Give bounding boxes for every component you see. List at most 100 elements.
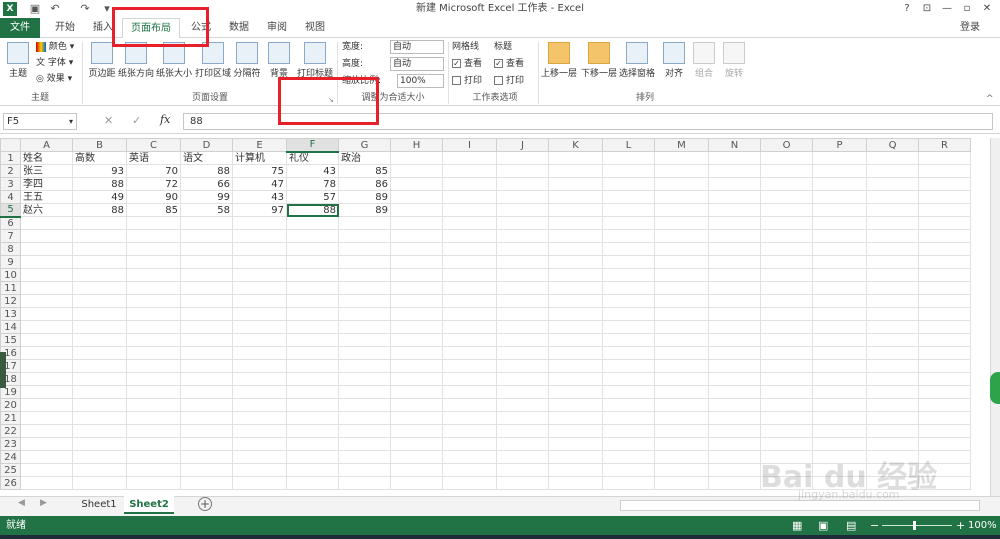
cell[interactable] (760, 151, 813, 165)
cell[interactable] (180, 385, 233, 399)
page-layout-view-icon[interactable]: ▣ (818, 519, 828, 532)
column-header[interactable]: C (126, 138, 181, 152)
select-all-button[interactable] (0, 138, 21, 152)
cell[interactable] (180, 307, 233, 321)
cell[interactable] (72, 424, 127, 438)
cell[interactable] (496, 372, 549, 386)
cell[interactable] (20, 476, 73, 490)
cell[interactable]: 85 (338, 164, 391, 178)
cell[interactable] (760, 424, 813, 438)
cell[interactable] (708, 372, 761, 386)
side-handle[interactable] (0, 352, 6, 388)
cell[interactable] (602, 385, 655, 399)
cell[interactable] (866, 385, 919, 399)
cell[interactable] (602, 450, 655, 464)
cell[interactable] (126, 320, 181, 334)
cell[interactable] (866, 307, 919, 321)
cell[interactable] (548, 307, 603, 321)
height-select[interactable]: 自动 (390, 57, 444, 71)
cell[interactable] (442, 151, 497, 165)
cell[interactable] (654, 463, 709, 477)
cell[interactable] (602, 307, 655, 321)
close-button[interactable]: ✕ (977, 0, 997, 18)
cell[interactable] (760, 216, 813, 230)
cell[interactable] (232, 320, 287, 334)
cell[interactable] (760, 268, 813, 282)
cell[interactable] (390, 216, 443, 230)
column-header[interactable]: M (654, 138, 709, 152)
cell[interactable] (72, 307, 127, 321)
cell[interactable] (286, 216, 339, 230)
cell[interactable]: 57 (286, 190, 339, 204)
cell[interactable] (548, 281, 603, 295)
align-button[interactable]: 对齐 (660, 42, 688, 90)
row-header[interactable]: 26 (0, 476, 21, 490)
cell[interactable]: 49 (72, 190, 127, 204)
column-header[interactable]: N (708, 138, 761, 152)
cell[interactable] (760, 398, 813, 412)
cell[interactable] (72, 281, 127, 295)
vertical-scrollbar[interactable] (990, 138, 1000, 496)
column-header[interactable]: L (602, 138, 655, 152)
cell[interactable] (442, 476, 497, 490)
cell[interactable] (496, 255, 549, 269)
cell[interactable] (496, 398, 549, 412)
sheet-tab-sheet2[interactable]: Sheet2 (124, 496, 174, 514)
zoom-level[interactable]: 100% (968, 516, 997, 535)
cell[interactable] (20, 268, 73, 282)
cell[interactable] (338, 463, 391, 477)
tab-file[interactable]: 文件 (0, 18, 40, 38)
cell[interactable] (72, 229, 127, 243)
cell[interactable] (232, 346, 287, 360)
cell[interactable] (20, 398, 73, 412)
cell[interactable] (442, 164, 497, 178)
column-header[interactable]: G (338, 138, 391, 152)
cell[interactable] (654, 151, 709, 165)
cell[interactable] (548, 268, 603, 282)
cell[interactable] (812, 164, 867, 178)
cell[interactable] (180, 281, 233, 295)
cell[interactable] (496, 359, 549, 373)
cell[interactable] (760, 307, 813, 321)
cell[interactable] (390, 177, 443, 191)
cell[interactable] (918, 255, 971, 269)
cell[interactable] (390, 359, 443, 373)
cell[interactable] (72, 385, 127, 399)
cell[interactable] (72, 268, 127, 282)
cell[interactable] (548, 177, 603, 191)
cell[interactable]: 72 (126, 177, 181, 191)
cell[interactable] (602, 437, 655, 451)
cell[interactable]: 姓名 (20, 151, 73, 165)
cell[interactable] (602, 476, 655, 490)
cell[interactable] (866, 424, 919, 438)
cell[interactable] (20, 359, 73, 373)
cell[interactable] (338, 450, 391, 464)
cell[interactable] (20, 437, 73, 451)
cell[interactable] (20, 216, 73, 230)
group-button[interactable]: 组合 (690, 42, 718, 90)
cell[interactable] (918, 307, 971, 321)
cell[interactable] (708, 216, 761, 230)
cell[interactable] (496, 437, 549, 451)
cell[interactable] (442, 411, 497, 425)
cell[interactable] (496, 177, 549, 191)
cell[interactable] (548, 164, 603, 178)
cell[interactable] (72, 320, 127, 334)
cell[interactable] (602, 177, 655, 191)
cell[interactable] (866, 190, 919, 204)
cell[interactable] (812, 320, 867, 334)
cell[interactable] (708, 151, 761, 165)
cell[interactable] (390, 463, 443, 477)
cell[interactable] (338, 359, 391, 373)
cell[interactable] (918, 229, 971, 243)
cell[interactable] (708, 385, 761, 399)
cell[interactable] (126, 411, 181, 425)
cell[interactable]: 88 (180, 164, 233, 178)
column-header[interactable]: P (812, 138, 867, 152)
cell[interactable] (496, 411, 549, 425)
cell[interactable] (72, 346, 127, 360)
cell[interactable] (20, 242, 73, 256)
name-box[interactable]: F5 ▾ (3, 113, 77, 130)
cell[interactable] (232, 229, 287, 243)
cell[interactable] (286, 294, 339, 308)
